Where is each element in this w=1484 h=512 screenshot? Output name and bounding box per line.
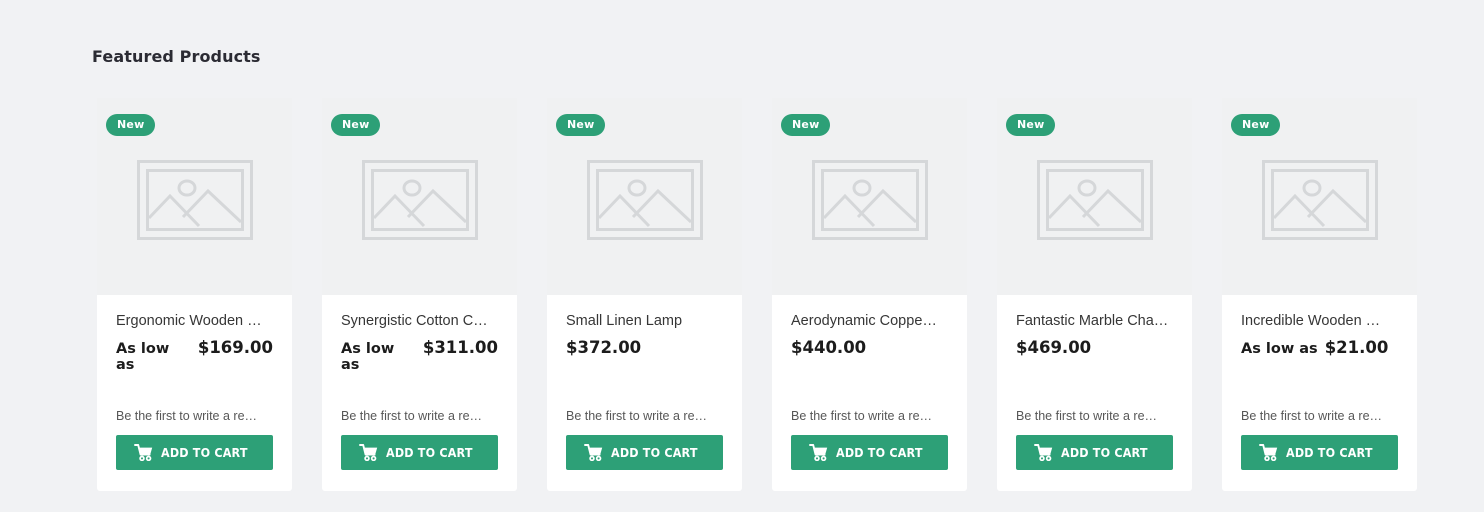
new-badge: New [106, 114, 156, 136]
product-price-row: As low as $21.00 [1241, 338, 1398, 357]
add-to-cart-label: ADD TO CART [1061, 445, 1149, 460]
shopping-cart-icon [134, 444, 153, 461]
shopping-cart-icon [359, 444, 378, 461]
write-review-link[interactable]: Be the first to write a re… [566, 409, 723, 423]
new-badge: New [556, 114, 606, 136]
add-to-cart-button[interactable]: ADD TO CART [1016, 435, 1173, 470]
write-review-link[interactable]: Be the first to write a re… [1241, 409, 1398, 423]
product-grid: New Ergonomic Wooden … As low as $169.00… [97, 98, 1417, 491]
product-image-area[interactable]: New [547, 98, 742, 295]
product-card-5[interactable]: New Fantastic Marble Cha… $469.00 Be the… [997, 98, 1192, 491]
product-info: Fantastic Marble Cha… $469.00 Be the fir… [997, 295, 1192, 491]
shopping-cart-icon [1034, 444, 1053, 461]
add-to-cart-button[interactable]: ADD TO CART [791, 435, 948, 470]
add-to-cart-button[interactable]: ADD TO CART [566, 435, 723, 470]
product-price: $311.00 [422, 338, 498, 358]
write-review-link[interactable]: Be the first to write a re… [791, 409, 948, 423]
add-to-cart-label: ADD TO CART [161, 445, 249, 460]
write-review-link[interactable]: Be the first to write a re… [341, 409, 498, 423]
product-info: Incredible Wooden … As low as $21.00 Be … [1222, 295, 1417, 491]
product-price: $21.00 [1324, 338, 1389, 358]
product-image-area[interactable]: New [1222, 98, 1417, 295]
product-price: $440.00 [791, 338, 867, 358]
image-placeholder-icon [586, 159, 703, 240]
price-prefix-label: As low as [116, 341, 170, 374]
product-price-row: As low as $311.00 [341, 338, 498, 373]
add-to-cart-button[interactable]: ADD TO CART [1241, 435, 1398, 470]
featured-products-page: Featured Products New Ergonomic Wooden …… [0, 0, 1484, 512]
product-image-area[interactable]: New [322, 98, 517, 295]
product-price-row: $372.00 [566, 338, 723, 357]
add-to-cart-label: ADD TO CART [1286, 445, 1374, 460]
new-badge: New [1231, 114, 1281, 136]
price-prefix-label: As low as [341, 341, 395, 374]
product-price: $469.00 [1016, 338, 1092, 358]
page-title: Featured Products [92, 47, 261, 66]
image-placeholder-icon [361, 159, 478, 240]
product-card-1[interactable]: New Ergonomic Wooden … As low as $169.00… [97, 98, 292, 491]
product-image-area[interactable]: New [97, 98, 292, 295]
write-review-link[interactable]: Be the first to write a re… [116, 409, 273, 423]
product-name[interactable]: Small Linen Lamp [566, 313, 723, 330]
product-info: Aerodynamic Coppe… $440.00 Be the first … [772, 295, 967, 491]
product-card-2[interactable]: New Synergistic Cotton C… As low as $311… [322, 98, 517, 491]
product-name[interactable]: Fantastic Marble Cha… [1016, 313, 1173, 330]
image-placeholder-icon [1036, 159, 1153, 240]
product-card-6[interactable]: New Incredible Wooden … As low as $21.00… [1222, 98, 1417, 491]
add-to-cart-label: ADD TO CART [386, 445, 474, 460]
product-name[interactable]: Incredible Wooden … [1241, 313, 1398, 330]
price-prefix-label: As low as [1241, 341, 1318, 358]
add-to-cart-label: ADD TO CART [611, 445, 699, 460]
product-card-4[interactable]: New Aerodynamic Coppe… $440.00 Be the fi… [772, 98, 967, 491]
product-price-row: $440.00 [791, 338, 948, 357]
write-review-link[interactable]: Be the first to write a re… [1016, 409, 1173, 423]
product-info: Ergonomic Wooden … As low as $169.00 Be … [97, 295, 292, 491]
product-name[interactable]: Synergistic Cotton C… [341, 313, 498, 330]
shopping-cart-icon [809, 444, 828, 461]
new-badge: New [1006, 114, 1056, 136]
add-to-cart-button[interactable]: ADD TO CART [116, 435, 273, 470]
product-image-area[interactable]: New [997, 98, 1192, 295]
product-name[interactable]: Ergonomic Wooden … [116, 313, 273, 330]
product-card-3[interactable]: New Small Linen Lamp $372.00 Be the firs… [547, 98, 742, 491]
new-badge: New [331, 114, 381, 136]
product-info: Synergistic Cotton C… As low as $311.00 … [322, 295, 517, 491]
product-name[interactable]: Aerodynamic Coppe… [791, 313, 948, 330]
shopping-cart-icon [1259, 444, 1278, 461]
new-badge: New [781, 114, 831, 136]
add-to-cart-button[interactable]: ADD TO CART [341, 435, 498, 470]
image-placeholder-icon [1261, 159, 1378, 240]
image-placeholder-icon [811, 159, 928, 240]
product-price-row: As low as $169.00 [116, 338, 273, 373]
shopping-cart-icon [584, 444, 603, 461]
product-image-area[interactable]: New [772, 98, 967, 295]
product-price-row: $469.00 [1016, 338, 1173, 357]
add-to-cart-label: ADD TO CART [836, 445, 924, 460]
image-placeholder-icon [136, 159, 253, 240]
product-info: Small Linen Lamp $372.00 Be the first to… [547, 295, 742, 491]
product-price: $169.00 [197, 338, 273, 358]
product-price: $372.00 [566, 338, 642, 358]
